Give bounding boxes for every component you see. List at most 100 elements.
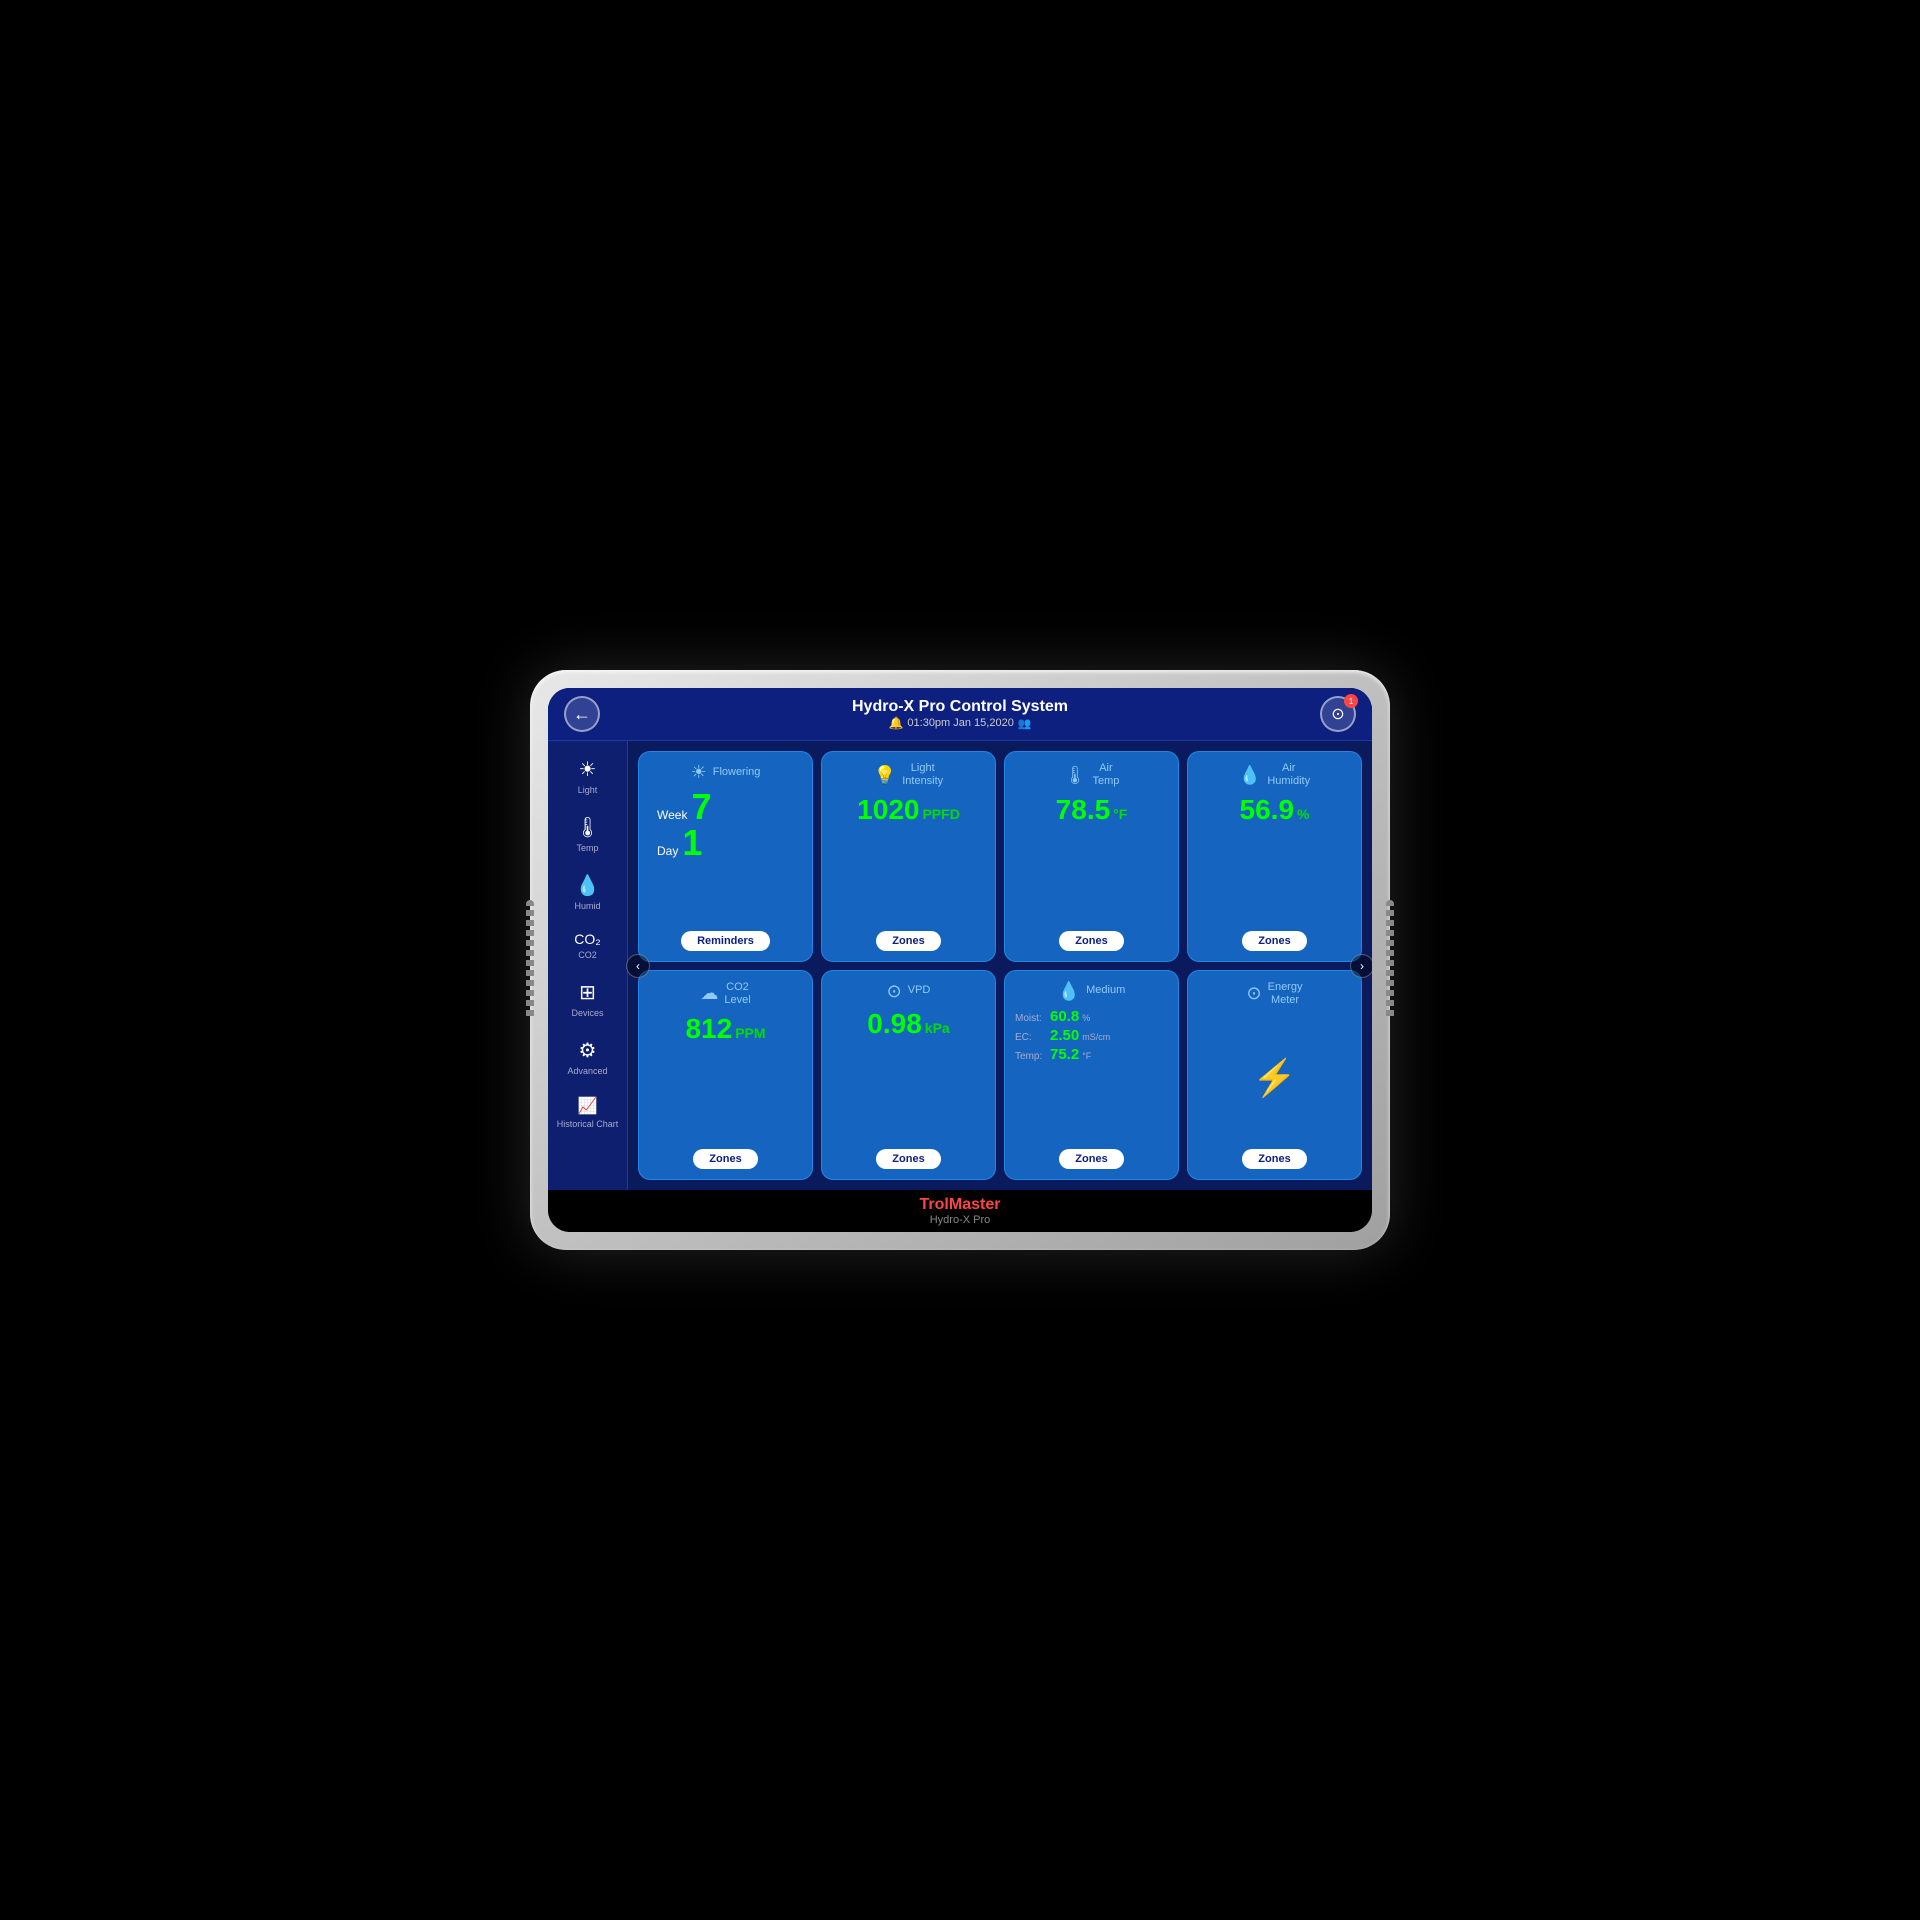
card-air-humidity: 💧 AirHumidity 56.9 % Zones (1187, 751, 1362, 962)
co2-zones-button[interactable]: Zones (693, 1149, 757, 1169)
medium-temp-row: Temp: 75.2 °F (1015, 1046, 1168, 1063)
sidebar-label-devices: Devices (571, 1008, 603, 1018)
devices-icon: ⊞ (579, 980, 596, 1005)
medium-zones-button[interactable]: Zones (1059, 1149, 1123, 1169)
card-air-temp: 🌡 AirTemp 78.5 °F Zones (1004, 751, 1179, 962)
card-light-header: 💡 LightIntensity (874, 762, 943, 788)
brand-accent: M (949, 1196, 962, 1213)
alert-icon: 🔔 (888, 716, 903, 730)
humid-icon: 💧 (575, 873, 600, 898)
air-humidity-value-container: 56.9 % (1240, 794, 1310, 826)
nav-left-button[interactable]: ‹ (626, 954, 650, 978)
header-datetime: 01:30pm Jan 15,2020 (907, 717, 1013, 729)
week-row: Week 7 (657, 789, 712, 825)
light-zones-button[interactable]: Zones (876, 931, 940, 951)
card-energy-title: EnergyMeter (1268, 981, 1303, 1007)
brand-subtitle: Hydro-X Pro (554, 1214, 1366, 1226)
card-flowering-header: ☀ Flowering (691, 762, 761, 783)
light-intensity-number: 1020 (857, 794, 919, 826)
nav-right-button[interactable]: › (1350, 954, 1372, 978)
sidebar-item-devices[interactable]: ⊞ Devices (553, 972, 623, 1026)
reminders-button[interactable]: Reminders (681, 931, 770, 951)
sidebar-item-co2[interactable]: CO₂ CO2 (553, 923, 623, 968)
co2-unit: PPM (735, 1025, 765, 1041)
co2-number: 812 (685, 1013, 732, 1045)
medium-icon: 💧 (1058, 981, 1080, 1002)
card-medium-title: Medium (1086, 984, 1125, 997)
header-subtitle: 🔔 01:30pm Jan 15,2020 👥 (852, 716, 1068, 730)
medium-temp-label: Temp: (1015, 1051, 1047, 1062)
card-air-temp-title: AirTemp (1092, 762, 1119, 788)
card-air-humidity-title: AirHumidity (1267, 762, 1310, 788)
medium-readings: Moist: 60.8 % EC: 2.50 mS/cm (1015, 1008, 1168, 1063)
brand-part2: aster (962, 1196, 1000, 1213)
cards-row-1: ☀ Flowering Week 7 Day 1 (638, 751, 1362, 962)
sidebar-label-light: Light (578, 785, 598, 795)
air-humidity-icon: 💧 (1239, 765, 1261, 786)
device-housing: ← Hydro-X Pro Control System 🔔 01:30pm J… (530, 670, 1390, 1250)
ec-label: EC: (1015, 1032, 1047, 1043)
header-title: Hydro-X Pro Control System (852, 698, 1068, 716)
energy-zones-button[interactable]: Zones (1242, 1149, 1306, 1169)
moist-unit: % (1082, 1013, 1090, 1023)
settings-button[interactable]: ⊙ 1 (1320, 696, 1356, 732)
sidebar: ☀ Light 🌡 Temp 💧 Humid CO₂ CO2 (548, 741, 628, 1190)
card-energy-meter: ⊙ EnergyMeter ⚡ Zones (1187, 970, 1362, 1181)
medium-temp-value: 75.2 (1050, 1046, 1079, 1063)
back-icon: ← (573, 704, 591, 725)
air-temp-icon: 🌡 (1064, 765, 1087, 786)
sidebar-label-co2: CO2 (578, 950, 597, 960)
co2-value-container: 812 PPM (685, 1013, 765, 1045)
co2-level-icon: ☁ (700, 983, 718, 1004)
energy-meter-icon: ⊙ (1247, 983, 1262, 1004)
back-button[interactable]: ← (564, 696, 600, 732)
card-energy-header: ⊙ EnergyMeter (1247, 981, 1303, 1007)
vpd-unit: kPa (925, 1020, 950, 1036)
moist-label: Moist: (1015, 1013, 1047, 1024)
card-vpd-header: ⊙ VPD (887, 981, 931, 1002)
card-light-title: LightIntensity (902, 762, 943, 788)
sidebar-item-light[interactable]: ☀ Light (553, 749, 623, 803)
medium-temp-unit: °F (1082, 1051, 1091, 1061)
card-vpd: ⊙ VPD 0.98 kPa Zones (821, 970, 996, 1181)
air-humidity-number: 56.9 (1240, 794, 1295, 826)
energy-bolt-icon: ⚡ (1252, 1057, 1297, 1099)
brand-part1: Trol (920, 1196, 949, 1213)
sidebar-item-advanced[interactable]: ⚙ Advanced (553, 1030, 623, 1084)
day-row: Day 1 (657, 825, 702, 861)
light-intensity-icon: 💡 (874, 765, 896, 786)
co2-icon: CO₂ (574, 931, 600, 947)
vpd-zones-button[interactable]: Zones (876, 1149, 940, 1169)
header-center: Hydro-X Pro Control System 🔔 01:30pm Jan… (852, 698, 1068, 730)
cards-row-2: ☁ CO2Level 812 PPM Zones (638, 970, 1362, 1181)
advanced-icon: ⚙ (579, 1038, 597, 1063)
air-temp-zones-button[interactable]: Zones (1059, 931, 1123, 951)
temp-icon: 🌡 (575, 815, 600, 840)
flowering-icon: ☀ (691, 762, 707, 783)
moist-row: Moist: 60.8 % (1015, 1008, 1168, 1025)
sidebar-item-temp[interactable]: 🌡 Temp (553, 807, 623, 861)
brand-bar: TrolMaster Hydro-X Pro (548, 1190, 1372, 1232)
air-temp-unit: °F (1113, 806, 1127, 822)
sidebar-item-historical[interactable]: 📈 Historical Chart (553, 1088, 623, 1137)
light-intensity-value-container: 1020 PPFD (857, 794, 960, 826)
screen: ← Hydro-X Pro Control System 🔔 01:30pm J… (548, 688, 1372, 1190)
sidebar-label-temp: Temp (576, 843, 598, 853)
card-flowering: ☀ Flowering Week 7 Day 1 (638, 751, 813, 962)
header: ← Hydro-X Pro Control System 🔔 01:30pm J… (548, 688, 1372, 741)
sidebar-label-advanced: Advanced (567, 1066, 607, 1076)
notification-badge: 1 (1344, 694, 1358, 708)
sidebar-item-humid[interactable]: 💧 Humid (553, 865, 623, 919)
dashboard: ‹ › ☀ Flowering (628, 741, 1372, 1190)
card-co2-title: CO2Level (724, 981, 750, 1007)
sidebar-label-historical: Historical Chart (557, 1119, 619, 1129)
air-humidity-unit: % (1297, 806, 1309, 822)
vpd-value-container: 0.98 kPa (867, 1008, 949, 1040)
device-inner: ← Hydro-X Pro Control System 🔔 01:30pm J… (548, 688, 1372, 1232)
card-air-humidity-header: 💧 AirHumidity (1239, 762, 1310, 788)
air-temp-number: 78.5 (1056, 794, 1111, 826)
vpd-number: 0.98 (867, 1008, 922, 1040)
light-icon: ☀ (579, 757, 597, 782)
vpd-icon: ⊙ (887, 981, 902, 1002)
air-humidity-zones-button[interactable]: Zones (1242, 931, 1306, 951)
